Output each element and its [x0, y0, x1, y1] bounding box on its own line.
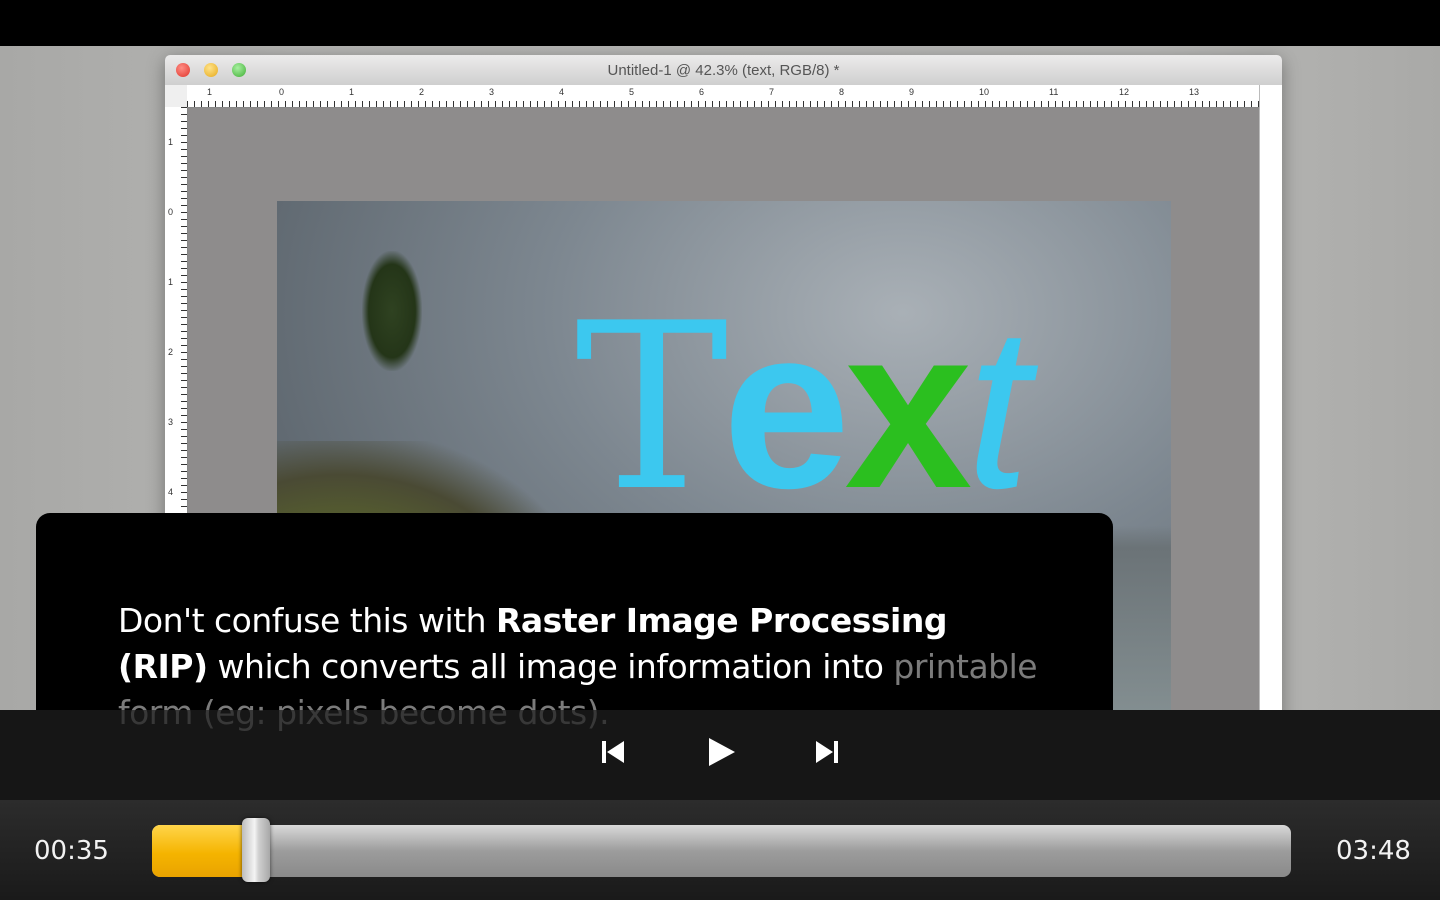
seek-thumb[interactable] [242, 818, 270, 882]
seek-bar[interactable] [152, 825, 1291, 877]
ruler-top-number: 8 [839, 87, 845, 97]
ruler-corner [165, 85, 188, 108]
ruler-top-number: 1 [349, 87, 355, 97]
caption-part2: which converts all image information int… [207, 647, 894, 686]
play-icon [709, 738, 735, 766]
ruler-top-number: 11 [1049, 87, 1059, 97]
horizontal-ruler: 1 0 1 2 3 4 5 6 7 8 9 10 11 12 13 [187, 85, 1260, 108]
ruler-top-number: 12 [1119, 87, 1130, 97]
caption-part1: Don't confuse this with [118, 601, 496, 640]
ruler-left-number: 2 [168, 347, 174, 357]
ruler-top-number: 13 [1189, 87, 1200, 97]
ruler-top-number: 5 [629, 87, 635, 97]
ruler-top-number: 0 [279, 87, 285, 97]
ruler-top-number: 3 [489, 87, 495, 97]
document-titlebar: Untitled-1 @ 42.3% (text, RGB/8) * [165, 55, 1282, 86]
ruler-left-number: 1 [168, 137, 174, 147]
next-button[interactable] [812, 737, 842, 767]
play-button[interactable] [704, 735, 738, 769]
skip-previous-icon [602, 741, 624, 763]
skip-next-icon [816, 741, 838, 763]
current-time: 00:35 [34, 836, 109, 866]
letter-t: t [966, 279, 1030, 536]
ruler-left-number: 0 [168, 207, 174, 217]
ruler-left-number: 1 [168, 277, 174, 287]
ruler-left-number: 4 [168, 487, 174, 497]
ruler-left-number: 3 [168, 417, 174, 427]
letter-e: e [722, 279, 850, 536]
letter-x: x [844, 279, 972, 536]
vertical-scrollbar[interactable] [1259, 85, 1282, 710]
canvas-text-layer: Text [575, 293, 1030, 524]
previous-button[interactable] [598, 737, 628, 767]
ruler-top-number: 4 [559, 87, 565, 97]
ruler-top-number: 6 [699, 87, 705, 97]
ruler-top-number: 7 [769, 87, 775, 97]
ruler-top-number: 9 [909, 87, 915, 97]
document-title: Untitled-1 @ 42.3% (text, RGB/8) * [607, 62, 840, 79]
letter-T: T [575, 275, 728, 542]
ruler-top-number: 2 [419, 87, 425, 97]
ruler-top-number: 1 [207, 87, 213, 97]
seek-progress-fill [152, 825, 242, 877]
ruler-top-number: 10 [979, 87, 990, 97]
pine-tree [362, 251, 422, 371]
total-time: 03:48 [1336, 836, 1411, 866]
